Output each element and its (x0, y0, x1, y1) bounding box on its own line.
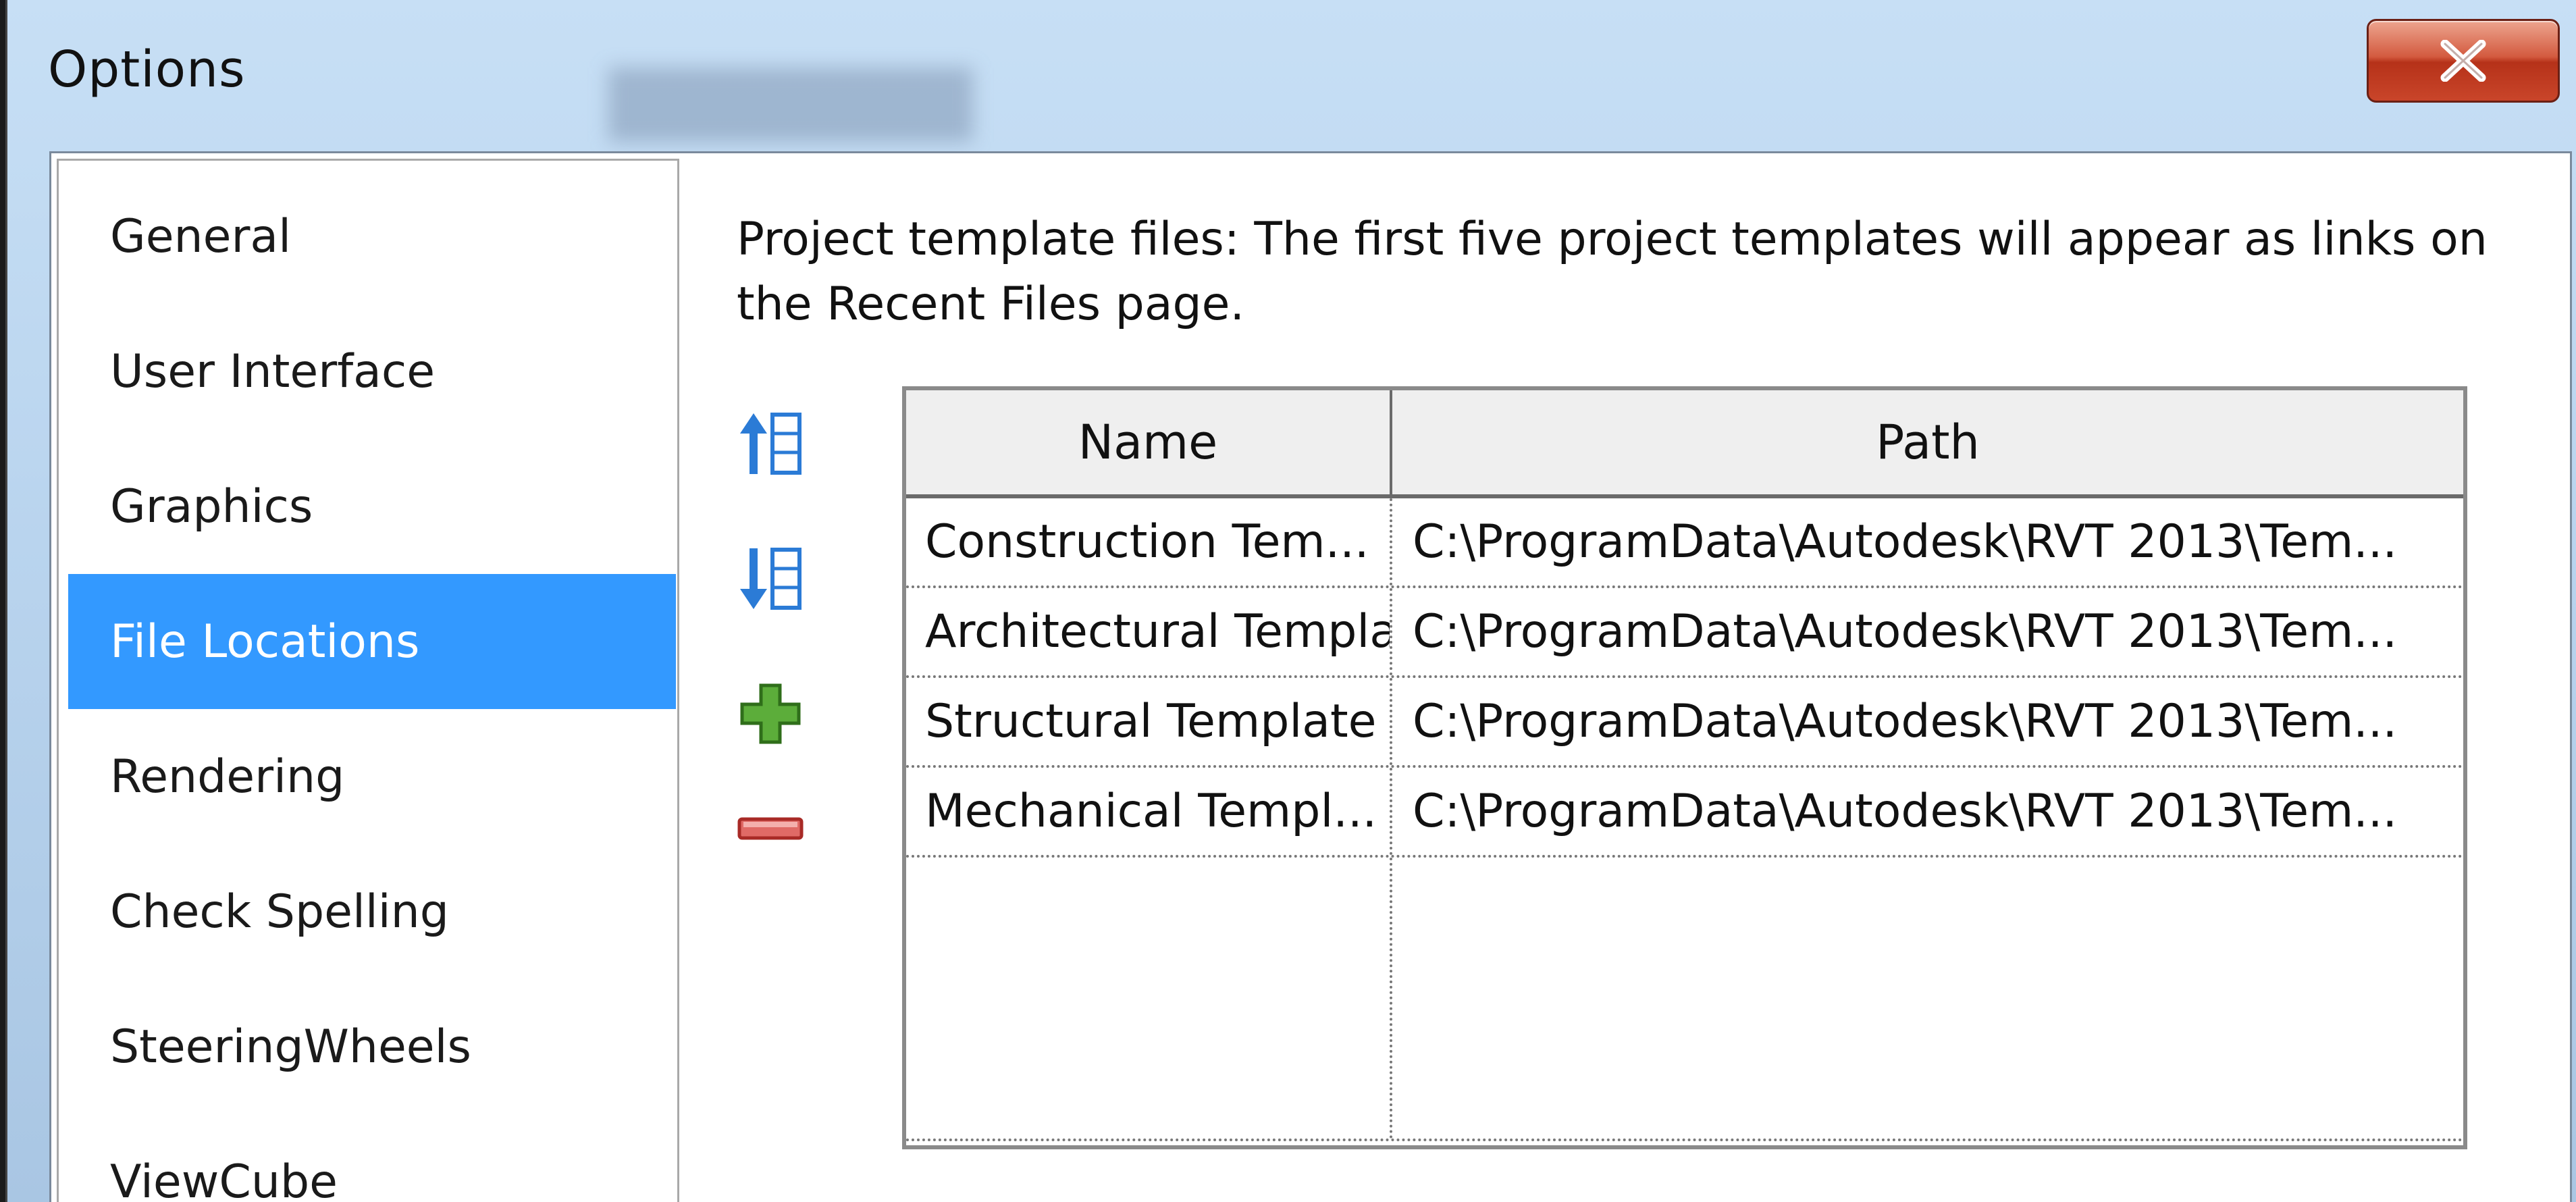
sidebar-item-file-locations[interactable]: File Locations (68, 574, 676, 709)
template-name-edit-text[interactable]: Architectural Templa (925, 605, 1390, 658)
sidebar-item-rendering[interactable]: Rendering (68, 709, 676, 844)
sidebar-item-label: Rendering (110, 750, 345, 804)
file-locations-panel: Project template files: The first five p… (683, 153, 2570, 1202)
sidebar-item-check-spelling[interactable]: Check Spelling (68, 844, 676, 979)
sidebar-item-label: SteeringWheels (110, 1020, 471, 1074)
add-template-button[interactable] (730, 673, 811, 754)
template-path-cell[interactable]: C:\ProgramData\Autodesk\RVT 2013\Tem... (1392, 678, 2463, 765)
sidebar-item-label: Graphics (110, 479, 313, 533)
template-path-cell[interactable]: C:\ProgramData\Autodesk\RVT 2013\Tem... (1392, 768, 2463, 855)
plus-icon (740, 683, 801, 744)
dialog-client-area: General User Interface Graphics File Loc… (49, 151, 2572, 1202)
panel-description: Project template files: The first five p… (737, 213, 2488, 331)
remove-template-button[interactable] (730, 788, 811, 869)
template-path-cell[interactable]: C:\ProgramData\Autodesk\RVT 2013\Tem... (1392, 588, 2463, 675)
table-row[interactable]: Architectural Templa C:\ProgramData\Auto… (906, 588, 2463, 678)
table-row[interactable]: Construction Tem... C:\ProgramData\Autod… (906, 498, 2463, 588)
titlebar-background (608, 68, 973, 142)
table-row[interactable]: Mechanical Templ... C:\ProgramData\Autod… (906, 768, 2463, 858)
minus-icon (737, 817, 804, 840)
move-down-button[interactable] (730, 538, 811, 619)
sidebar-item-label: Check Spelling (110, 885, 449, 939)
dialog-title: Options (48, 41, 246, 99)
table-row[interactable]: Structural Template C:\ProgramData\Autod… (906, 678, 2463, 768)
move-down-icon (740, 548, 801, 610)
close-icon (2440, 40, 2486, 82)
move-up-icon (740, 413, 801, 475)
sidebar-item-viewcube[interactable]: ViewCube (68, 1114, 676, 1202)
empty-name-column (906, 858, 1392, 1139)
column-header-path[interactable]: Path (1392, 390, 2463, 494)
template-path-cell[interactable]: C:\ProgramData\Autodesk\RVT 2013\Tem... (1392, 498, 2463, 585)
sidebar-item-steeringwheels[interactable]: SteeringWheels (68, 979, 676, 1114)
template-name-cell[interactable]: Construction Tem... (906, 498, 1392, 585)
template-files-table[interactable]: Name Path Construction Tem... C:\Program… (902, 386, 2467, 1149)
options-dialog: Options General User Interface Graphics … (5, 0, 2576, 1202)
template-name-cell[interactable]: Mechanical Templ... (906, 768, 1392, 855)
empty-path-column (1392, 858, 2463, 1139)
options-sidebar: General User Interface Graphics File Loc… (57, 159, 679, 1202)
close-button[interactable] (2367, 19, 2560, 103)
template-name-cell[interactable]: Structural Template (906, 678, 1392, 765)
sidebar-item-label: General (110, 209, 291, 263)
move-up-button[interactable] (730, 403, 811, 484)
sidebar-item-user-interface[interactable]: User Interface (68, 304, 676, 439)
sidebar-item-label: ViewCube (110, 1155, 338, 1202)
sidebar-item-general[interactable]: General (68, 169, 676, 304)
table-header: Name Path (906, 390, 2463, 498)
template-name-cell-editing[interactable]: Architectural Templa (906, 588, 1392, 675)
sidebar-item-graphics[interactable]: Graphics (68, 439, 676, 574)
table-empty-area[interactable] (906, 858, 2463, 1141)
sidebar-item-label: User Interface (110, 344, 436, 398)
sidebar-item-label: File Locations (110, 615, 420, 669)
column-header-name[interactable]: Name (906, 390, 1392, 494)
